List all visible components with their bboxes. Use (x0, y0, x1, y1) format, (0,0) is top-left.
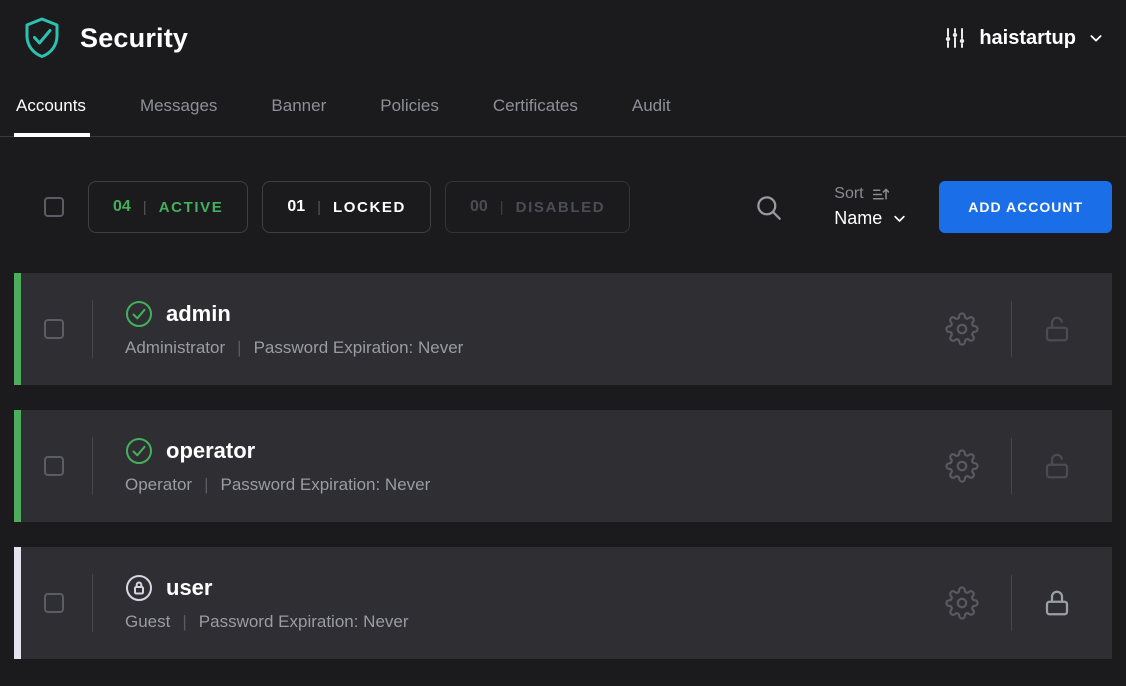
account-menu[interactable]: haistartup (943, 26, 1104, 50)
actions-divider (1011, 301, 1012, 357)
filter-locked-label: LOCKED (333, 199, 406, 216)
check-circle-icon (125, 437, 153, 465)
actions-divider (1011, 575, 1012, 631)
account-name: user (166, 575, 212, 601)
sort-value-row[interactable]: Name (834, 208, 907, 229)
row-divider (92, 574, 93, 632)
tab-bar: Accounts Messages Banner Policies Certif… (0, 84, 1126, 137)
add-account-button[interactable]: ADD ACCOUNT (939, 181, 1112, 233)
account-row-user: user Guest | Password Expiration: Never (14, 547, 1112, 659)
check-circle-icon (125, 300, 153, 328)
sliders-icon[interactable] (943, 26, 967, 50)
filter-divider: | (317, 199, 321, 216)
row-main: user Guest | Password Expiration: Never (125, 574, 945, 632)
account-row-admin: admin Administrator | Password Expiratio… (14, 273, 1112, 385)
row-actions (945, 438, 1072, 494)
row-subtitle: Administrator | Password Expiration: Nev… (125, 338, 945, 358)
row-checkbox[interactable] (44, 593, 64, 613)
filter-locked[interactable]: 01 | LOCKED (262, 181, 431, 233)
tab-messages[interactable]: Messages (140, 84, 217, 136)
account-password-expiration: Password Expiration: Never (221, 475, 431, 495)
sort-value[interactable]: Name (834, 208, 882, 229)
account-name: admin (166, 301, 231, 327)
sort-label-row: Sort (834, 185, 907, 203)
row-title: user (125, 574, 945, 602)
gear-icon[interactable] (945, 586, 979, 620)
accounts-toolbar: 04 | ACTIVE 01 | LOCKED 00 | DISABLED So… (14, 181, 1112, 233)
filter-active-label: ACTIVE (159, 199, 224, 216)
row-subtitle: Operator | Password Expiration: Never (125, 475, 945, 495)
row-main: admin Administrator | Password Expiratio… (125, 300, 945, 358)
row-checkbox[interactable] (44, 456, 64, 476)
select-all-checkbox[interactable] (44, 197, 64, 217)
page-title: Security (80, 23, 188, 54)
header-left: Security (20, 16, 188, 60)
sort-label: Sort (834, 185, 863, 203)
filter-active-count: 04 (113, 198, 131, 216)
tab-certificates[interactable]: Certificates (493, 84, 578, 136)
tab-policies[interactable]: Policies (380, 84, 439, 136)
filter-locked-count: 01 (287, 198, 305, 216)
gear-icon[interactable] (945, 312, 979, 346)
account-name: operator (166, 438, 255, 464)
account-list: admin Administrator | Password Expiratio… (14, 273, 1112, 659)
row-divider (92, 437, 93, 495)
subtitle-divider: | (237, 338, 241, 358)
row-actions (945, 575, 1072, 631)
filter-divider: | (500, 199, 504, 216)
account-password-expiration: Password Expiration: Never (254, 338, 464, 358)
lock-circle-icon (125, 574, 153, 602)
unlock-icon[interactable] (1042, 314, 1072, 344)
account-role: Guest (125, 612, 170, 632)
row-main: operator Operator | Password Expiration:… (125, 437, 945, 495)
subtitle-divider: | (182, 612, 186, 632)
app-header: Security haistartup (0, 0, 1126, 66)
filter-disabled-count: 00 (470, 198, 488, 216)
tab-audit[interactable]: Audit (632, 84, 671, 136)
filter-disabled-label: DISABLED (516, 199, 605, 216)
actions-divider (1011, 438, 1012, 494)
tenant-name[interactable]: haistartup (979, 27, 1076, 50)
chevron-down-icon[interactable] (892, 211, 907, 226)
filter-active[interactable]: 04 | ACTIVE (88, 181, 248, 233)
lock-icon[interactable] (1042, 588, 1072, 618)
account-role: Operator (125, 475, 192, 495)
account-row-operator: operator Operator | Password Expiration:… (14, 410, 1112, 522)
row-checkbox[interactable] (44, 319, 64, 339)
filter-disabled[interactable]: 00 | DISABLED (445, 181, 630, 233)
subtitle-divider: | (204, 475, 208, 495)
gear-icon[interactable] (945, 449, 979, 483)
sort-control[interactable]: Sort Name (834, 185, 907, 229)
shield-check-icon (20, 16, 64, 60)
row-title: operator (125, 437, 945, 465)
tab-accounts[interactable]: Accounts (16, 84, 86, 136)
sort-arrows-icon (872, 186, 889, 203)
account-role: Administrator (125, 338, 225, 358)
account-password-expiration: Password Expiration: Never (199, 612, 409, 632)
tab-banner[interactable]: Banner (271, 84, 326, 136)
chevron-down-icon[interactable] (1088, 30, 1104, 46)
row-actions (945, 301, 1072, 357)
filter-divider: | (143, 199, 147, 216)
row-divider (92, 300, 93, 358)
search-icon[interactable] (755, 194, 782, 221)
row-title: admin (125, 300, 945, 328)
row-subtitle: Guest | Password Expiration: Never (125, 612, 945, 632)
unlock-icon[interactable] (1042, 451, 1072, 481)
